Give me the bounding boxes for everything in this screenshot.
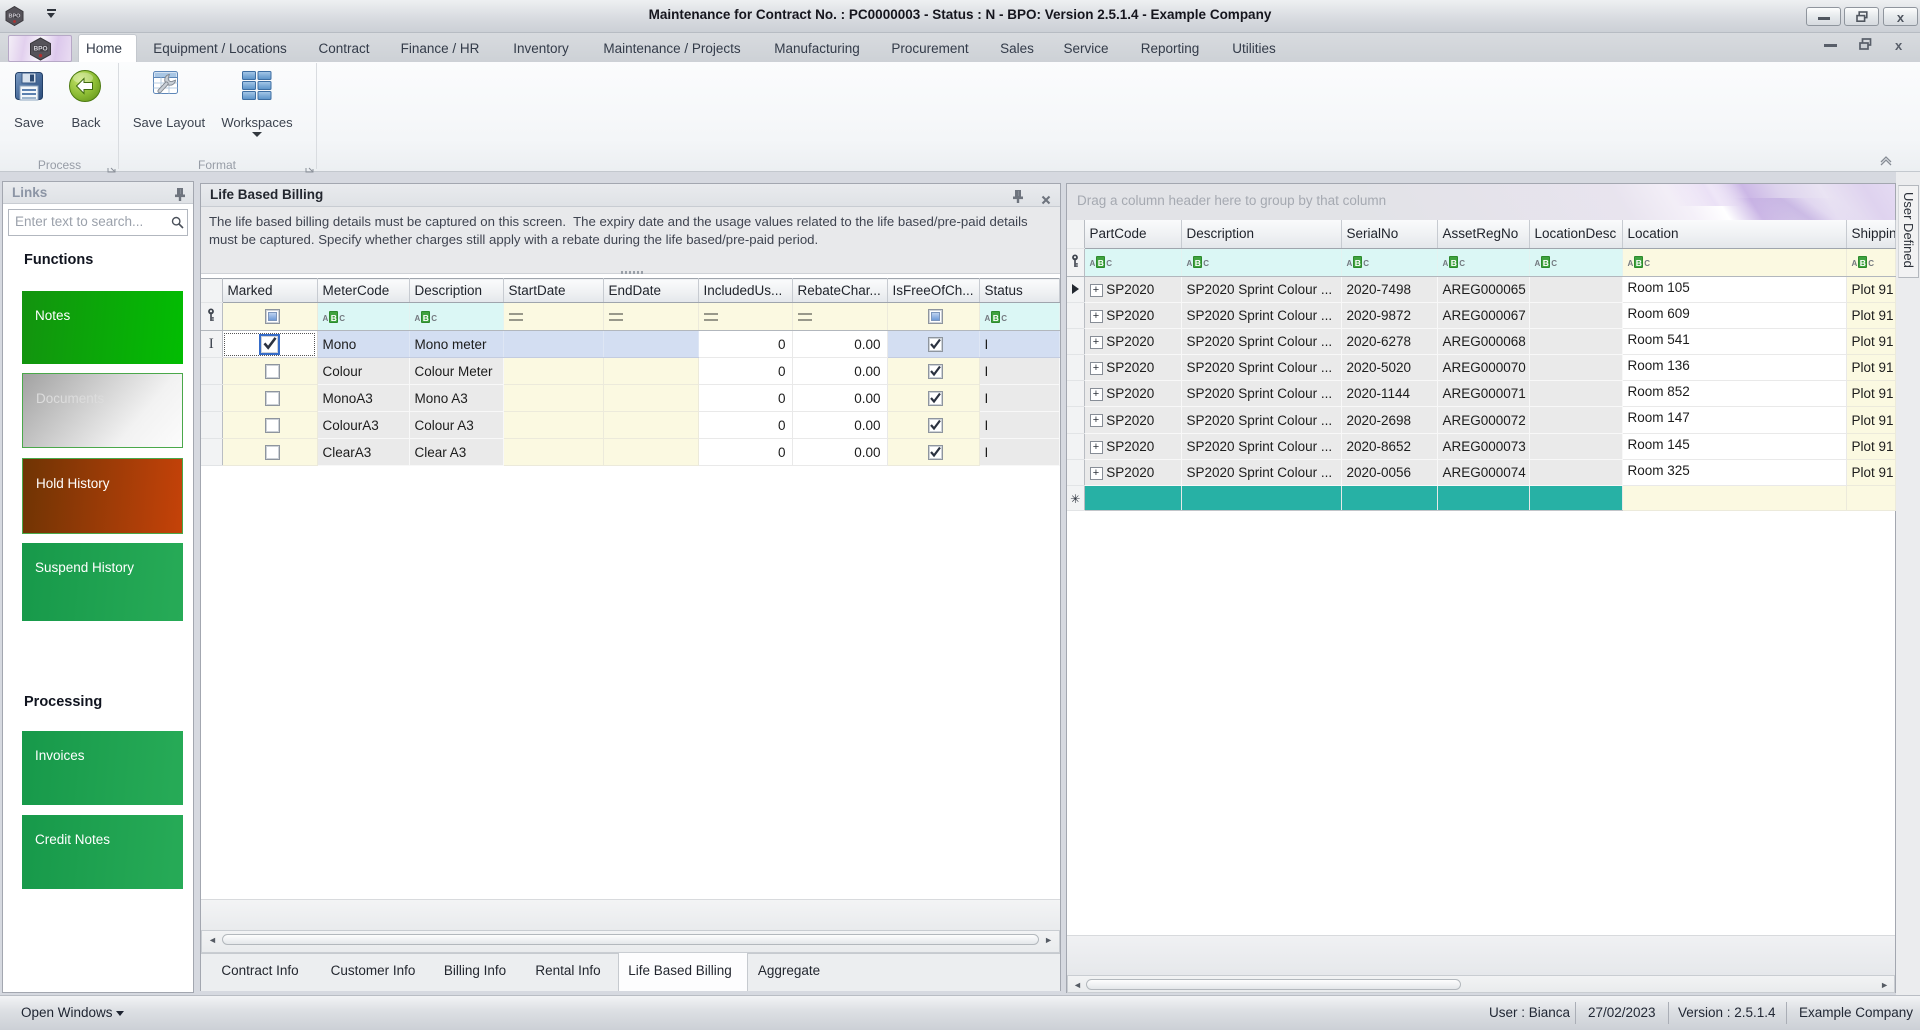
svg-text:BPO: BPO <box>33 46 47 53</box>
